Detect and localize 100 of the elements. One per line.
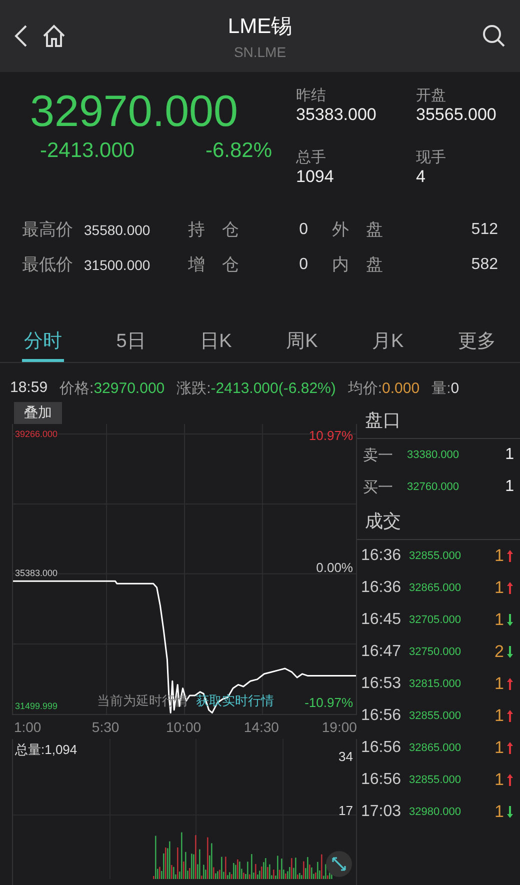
stat-label: 增 仓 — [188, 254, 240, 276]
total-volume: 总量:1,094 — [15, 741, 78, 759]
chart-tab[interactable]: 日K — [198, 322, 234, 362]
trade-quantity: 1 — [494, 610, 504, 630]
chart-tab[interactable]: 更多 — [456, 322, 498, 362]
page-title: LME锡 — [228, 14, 292, 40]
axis-label: 31499.999 — [15, 701, 58, 712]
stat-label: 最高价 — [22, 219, 74, 241]
trade-quantity: 1 — [494, 706, 504, 726]
trade-quantity: 1 — [494, 738, 504, 758]
stat-label: 外 盘 — [332, 219, 384, 241]
trade-time: 16:36 — [361, 547, 402, 565]
book-label: 买一 — [363, 478, 394, 496]
book-quantity: 1 — [505, 478, 514, 496]
last-price: 32970.000 — [30, 86, 238, 138]
volume-value: 0 — [450, 380, 460, 397]
up-arrow-icon — [506, 549, 514, 563]
up-arrow-icon — [506, 581, 514, 595]
stat-value: 512 — [470, 220, 498, 238]
trade-time: 16:56 — [361, 707, 402, 725]
time-label: 1:00 — [14, 719, 42, 735]
chart-tab[interactable]: 5日 — [114, 322, 148, 362]
price-label: 价格: — [60, 380, 94, 397]
panel-title: 盘口 — [365, 409, 401, 432]
overlay-button[interactable]: 叠加 — [14, 402, 62, 424]
trade-quantity: 1 — [494, 546, 504, 566]
stat-value: 0 — [298, 220, 309, 238]
trade-time: 16:56 — [361, 771, 402, 789]
book-price: 32760.000 — [407, 481, 460, 493]
symbol-code: SN.LME — [234, 44, 286, 60]
average-label: 均价: — [348, 380, 382, 397]
change-value: -2413.000(-6.82%) — [210, 380, 336, 397]
down-arrow-icon — [506, 645, 514, 659]
down-arrow-icon — [506, 613, 514, 627]
trade-quantity: 1 — [494, 770, 504, 790]
book-price: 33380.000 — [407, 449, 460, 461]
trade-quantity: 2 — [494, 642, 504, 662]
axis-label: 39266.000 — [15, 428, 58, 440]
trade-price: 32705.000 — [409, 614, 462, 626]
axis-label: -10.97% — [304, 695, 353, 710]
trade-time: 16:56 — [361, 739, 402, 757]
up-arrow-icon — [506, 677, 514, 691]
trade-quantity: 1 — [494, 802, 504, 822]
stat-label: 最低价 — [22, 254, 74, 276]
chart-tab[interactable]: 周K — [284, 322, 320, 362]
up-arrow-icon — [506, 741, 514, 755]
stat-value: 31500.000 — [84, 256, 152, 272]
axis-label: 34 — [338, 749, 353, 764]
axis-label: 10.97% — [308, 428, 353, 443]
field-value: 4 — [416, 167, 426, 187]
trade-price: 32865.000 — [409, 742, 462, 754]
field-label: 开盘 — [416, 86, 447, 105]
stat-value: 582 — [470, 256, 498, 274]
change-label: 涨跌: — [176, 380, 211, 397]
trade-price: 32815.000 — [409, 678, 462, 690]
stat-label: 持 仓 — [188, 219, 240, 241]
up-arrow-icon — [506, 709, 514, 723]
axis-label: 17 — [338, 803, 353, 818]
trade-price: 32855.000 — [409, 710, 462, 722]
up-arrow-icon — [506, 773, 514, 787]
field-label: 总手 — [296, 148, 327, 167]
field-value: 35565.000 — [416, 105, 498, 125]
volume-label: 量: — [432, 380, 451, 397]
trade-time: 17:03 — [361, 803, 402, 821]
trade-quantity: 1 — [494, 674, 504, 694]
home-icon[interactable] — [42, 24, 66, 48]
book-label: 卖一 — [363, 446, 394, 464]
trade-time: 16:36 — [361, 579, 402, 597]
trade-time: 16:47 — [361, 643, 402, 661]
expand-icon[interactable] — [326, 851, 352, 877]
axis-label: 0.00% — [316, 560, 353, 575]
trade-time: 16:45 — [361, 611, 402, 629]
field-value: 1094 — [296, 167, 335, 187]
percent-change: -6.82% — [205, 138, 272, 163]
price-change: -2413.000 — [40, 138, 135, 163]
field-label: 现手 — [416, 148, 447, 167]
chart-tab[interactable]: 月K — [370, 322, 406, 362]
book-quantity: 1 — [505, 446, 514, 464]
axis-label: 35383.000 — [15, 568, 58, 580]
stat-value: 35580.000 — [84, 222, 152, 238]
down-arrow-icon — [506, 805, 514, 819]
search-icon[interactable] — [482, 24, 506, 48]
average-value: 0.000 — [382, 380, 420, 397]
trade-price: 32980.000 — [409, 806, 462, 818]
trade-quantity: 1 — [494, 578, 504, 598]
quote-time: 18:59 — [10, 379, 48, 398]
trade-price: 32865.000 — [409, 582, 462, 594]
price-value: 32970.000 — [94, 380, 165, 397]
chart-tab[interactable]: 分时 — [22, 322, 64, 362]
time-label: 14:30 — [244, 719, 279, 735]
stat-value: 0 — [298, 256, 309, 274]
time-label: 5:30 — [92, 719, 120, 735]
trade-time: 16:53 — [361, 675, 402, 693]
trade-price: 32750.000 — [409, 646, 462, 658]
field-label: 昨结 — [296, 86, 327, 105]
stat-label: 内 盘 — [332, 254, 384, 276]
field-value: 35383.000 — [296, 105, 378, 125]
time-label: 10:00 — [166, 719, 202, 735]
panel-title: 成交 — [365, 510, 401, 533]
back-icon[interactable] — [14, 24, 28, 48]
